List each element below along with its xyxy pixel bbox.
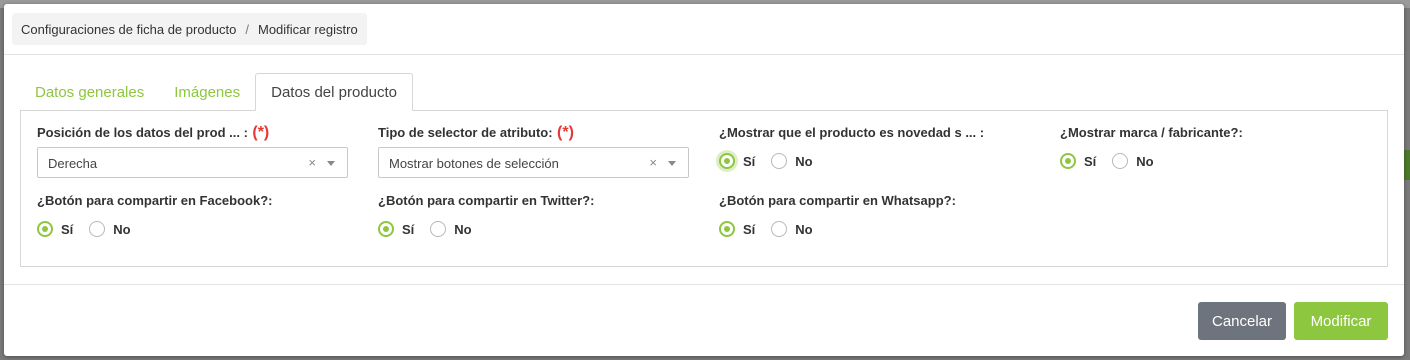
tab-imagenes[interactable]: Imágenes [159,73,255,111]
radio-unchecked-icon [771,153,788,169]
breadcrumb-parent[interactable]: Configuraciones de ficha de producto [21,22,236,37]
field-label: ¿Botón para compartir en Whatsapp?: [719,193,956,208]
background-edge [1404,150,1410,180]
radio-label: No [113,221,131,237]
radio-label: No [795,221,813,237]
field-label: ¿Mostrar marca / fabricante?: [1060,125,1243,140]
radio-label: Sí [402,221,415,237]
clear-icon[interactable]: × [308,155,316,170]
radio-unchecked-icon [89,221,106,237]
field-label: Posición de los datos del prod ... : [37,125,248,140]
marca-yes-radio[interactable]: Sí [1060,153,1096,169]
clear-icon[interactable]: × [649,155,657,170]
radio-checked-icon [719,153,735,169]
novedad-radio-group: Sí No [719,153,829,169]
breadcrumb-separator: / [245,21,249,37]
breadcrumb: Configuraciones de ficha de producto / M… [12,13,367,45]
radio-checked-icon [1060,153,1076,169]
modify-button[interactable]: Modificar [1294,302,1388,340]
field-label: Tipo de selector de atributo: [378,125,553,140]
facebook-yes-radio[interactable]: Sí [37,221,73,237]
field-novedad: ¿Mostrar que el producto es novedad s ..… [719,124,984,142]
twitter-radio-group: Sí No [378,221,488,237]
tab-datos-producto[interactable]: Datos del producto [255,73,414,111]
facebook-no-radio[interactable]: No [89,221,131,237]
radio-checked-icon [37,221,53,237]
field-twitter: ¿Botón para compartir en Twitter?: [378,192,594,210]
modal-footer: Cancelar Modificar [4,284,1404,357]
select-value: Derecha [48,156,98,171]
novedad-no-radio[interactable]: No [771,153,813,169]
field-label: ¿Botón para compartir en Facebook?: [37,193,273,208]
chevron-down-icon[interactable] [668,161,676,166]
radio-label: Sí [743,221,756,237]
radio-label: Sí [743,153,756,169]
twitter-yes-radio[interactable]: Sí [378,221,414,237]
selector-select[interactable]: Mostrar botones de selección × [378,147,689,178]
tab-datos-generales[interactable]: Datos generales [20,73,159,111]
twitter-no-radio[interactable]: No [430,221,472,237]
radio-checked-icon [378,221,394,237]
radio-label: Sí [61,221,74,237]
field-whatsapp: ¿Botón para compartir en Whatsapp?: [719,192,956,210]
cancel-button[interactable]: Cancelar [1198,302,1286,340]
field-label: ¿Mostrar que el producto es novedad s ..… [719,125,985,140]
field-marca: ¿Mostrar marca / fabricante?: [1060,124,1243,142]
radio-unchecked-icon [1112,153,1129,169]
required-mark: (*) [252,124,270,141]
radio-unchecked-icon [430,221,447,237]
field-selector: Tipo de selector de atributo: (*) [378,124,574,142]
modal-dialog: Configuraciones de ficha de producto / M… [4,4,1404,356]
facebook-radio-group: Sí No [37,221,147,237]
required-mark: (*) [557,124,574,141]
novedad-yes-radio[interactable]: Sí [719,153,755,169]
field-facebook: ¿Botón para compartir en Facebook?: [37,192,272,210]
whatsapp-no-radio[interactable]: No [771,221,813,237]
whatsapp-radio-group: Sí No [719,221,829,237]
field-posicion: Posición de los datos del prod ... : (*) [37,124,269,142]
marca-radio-group: Sí No [1060,153,1170,169]
radio-label: No [795,153,813,169]
radio-unchecked-icon [771,221,788,237]
modal-header: Configuraciones de ficha de producto / M… [4,4,1404,55]
tab-panel: Posición de los datos del prod ... : (*)… [20,110,1388,267]
radio-label: Sí [1084,153,1097,169]
breadcrumb-current: Modificar registro [258,21,358,37]
tab-bar: Datos generales Imágenes Datos del produ… [20,73,414,111]
marca-no-radio[interactable]: No [1112,153,1154,169]
whatsapp-yes-radio[interactable]: Sí [719,221,755,237]
chevron-down-icon[interactable] [327,161,335,166]
select-value: Mostrar botones de selección [389,156,559,171]
radio-label: No [454,221,472,237]
radio-checked-icon [719,221,735,237]
field-label: ¿Botón para compartir en Twitter?: [378,193,595,208]
posicion-select[interactable]: Derecha × [37,147,348,178]
radio-label: No [1136,153,1154,169]
